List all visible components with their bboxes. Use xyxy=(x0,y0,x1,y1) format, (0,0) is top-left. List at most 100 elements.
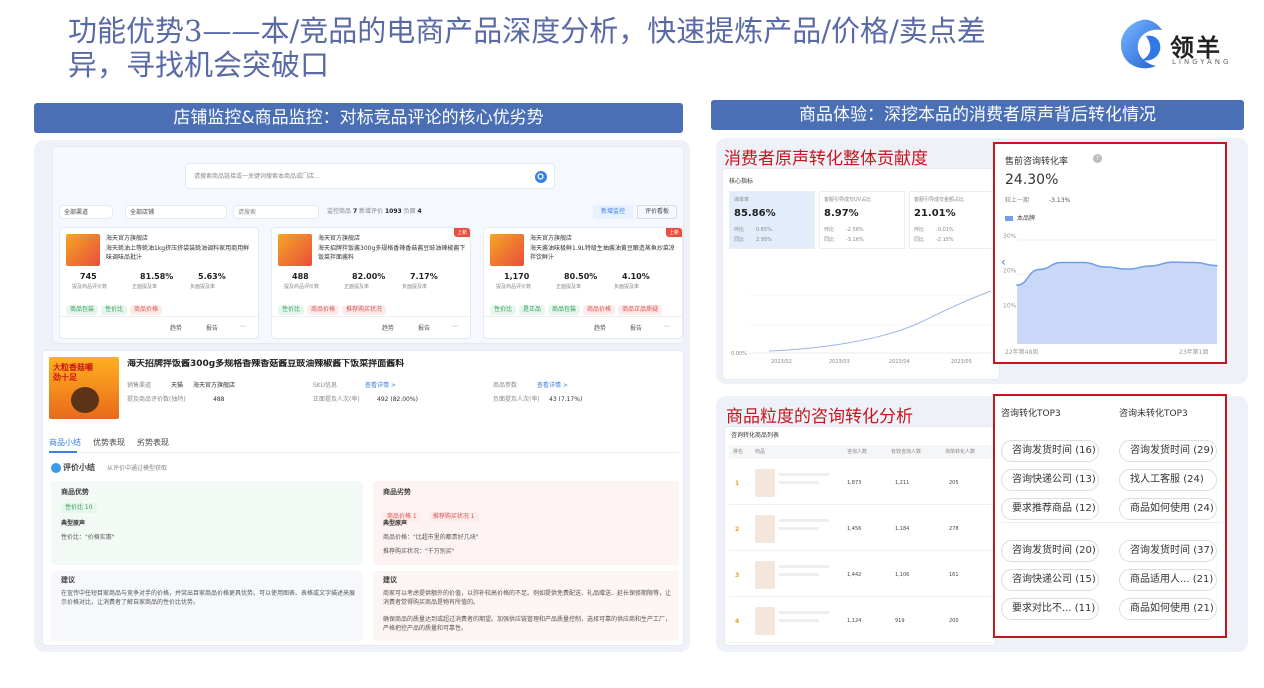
report-button[interactable]: 报告 xyxy=(206,324,218,333)
thumb-text: 大粒香菇嚼劲十足 xyxy=(53,363,93,382)
pos-label: 正面提及人次(率) xyxy=(313,396,360,403)
metric-label: 提及商品评价数 xyxy=(284,284,320,290)
data-point xyxy=(1171,261,1174,263)
param-link[interactable]: 查看详情 > xyxy=(537,381,568,390)
top3-card: 咨询转化TOP3 咨询未转化TOP3 咨询发货时间 (16) 咨询快递公司 (13… xyxy=(993,394,1227,638)
tag-row: 性价比 商品价格 推荐购买状况 xyxy=(278,296,468,315)
pill-count: (15) xyxy=(1075,574,1096,585)
metric-tile[interactable]: 客服引导成交金额占比 21.01% 环比 -0.01% 同比 -2.15% xyxy=(909,191,995,249)
report-button[interactable]: 报告 xyxy=(418,324,430,333)
tab-disadvantage[interactable]: 劣势表现 xyxy=(137,437,169,448)
group-divider xyxy=(1001,522,1223,523)
metric-cmp-b: -3.16% xyxy=(846,237,864,243)
summary-title: 评价小结 xyxy=(63,463,95,472)
metric-cmp-b: -2.15% xyxy=(936,237,954,243)
metric-cmp-a: -2.58% xyxy=(846,227,864,233)
pill-count: (29) xyxy=(1193,445,1214,456)
top3-pill[interactable]: 咨询发货时间 (20) xyxy=(1001,540,1099,562)
new-badge: 上新 xyxy=(665,228,682,237)
card-divider xyxy=(484,316,682,317)
cell-valid: 1,184 xyxy=(895,526,910,532)
top3-pill[interactable]: 商品适用人... (21) xyxy=(1119,569,1217,591)
eval-board-button[interactable]: 评价看板 xyxy=(637,205,677,219)
search-input[interactable]: 请搜索商品链接或一关键词搜索本商品或门店... xyxy=(185,163,555,189)
trend-button[interactable]: 趋势 xyxy=(382,324,394,333)
top3-pill[interactable]: 找人工客服 (24) xyxy=(1119,469,1217,491)
x-tick-label: 22年第48周 xyxy=(1005,348,1038,356)
sku-link[interactable]: 查看详情 > xyxy=(365,381,396,390)
add-monitor-button[interactable]: 新增监控 xyxy=(593,205,633,219)
jar-image xyxy=(71,387,99,413)
top3-pill[interactable]: 咨询快递公司 (15) xyxy=(1001,569,1099,591)
top3-pill[interactable]: 商品如何使用 (21) xyxy=(1119,598,1217,620)
pill-count: (11) xyxy=(1074,603,1096,614)
product-tag: 性价比 xyxy=(101,305,128,315)
pill-label: 咨询发货时间 xyxy=(1130,445,1190,456)
metric-tile[interactable]: 客服引导成交UV占比 8.97% 环比 -2.58% 同比 -3.16% xyxy=(819,191,905,249)
table-row[interactable]: 3 1,442 1,106 161 xyxy=(729,555,993,597)
new-badge: 上新 xyxy=(453,228,470,237)
th-product: 商品 xyxy=(755,449,766,455)
info-icon[interactable]: ? xyxy=(1093,154,1102,163)
table-row[interactable]: 4 1,124 919 200 xyxy=(729,601,993,643)
product-card[interactable]: 海天官方旗舰店 海天酱油味极鲜1.9L特级生抽酱油黄豆酿造蒸鱼炒菜凉拌饮鲜汁 上新 1… xyxy=(483,227,683,339)
product-tag: 商品价格 xyxy=(130,305,163,315)
adv-title: 商品优势 xyxy=(61,488,89,496)
disadvantage-box: 商品劣势 商品价格 1 推荐购买状况 1 典型原声 商品价格："比超市里的都贵好… xyxy=(373,481,679,565)
adv-tag: 性价比 10 xyxy=(61,503,97,513)
metric-cmp-label: 同比 xyxy=(914,237,925,243)
metric-cmp-label: 环比 xyxy=(734,227,745,233)
prev-arrow-icon[interactable]: ‹ xyxy=(1001,255,1006,269)
search-icon[interactable] xyxy=(534,170,548,184)
trend-button[interactable]: 趋势 xyxy=(594,324,606,333)
top3-pill[interactable]: 咨询发货时间 (29) xyxy=(1119,440,1217,462)
pill-label: 要求对比不... xyxy=(1012,603,1072,614)
tab-summary[interactable]: 商品小结 xyxy=(49,437,81,448)
stats-line: 监控商品 7 新增评价 1093 负面 4 xyxy=(327,207,422,216)
pill-count: (21) xyxy=(1193,603,1214,614)
table-header: 排名 商品 咨询人数 有效咨询人数 询单转化人数 xyxy=(729,445,993,459)
x-tick-label: 23年第1周 xyxy=(1179,348,1208,356)
metric-tile[interactable]: 询单率 85.86% 环比 0.65% 同比 2.95% xyxy=(729,191,815,249)
table-label: 咨询转化商品列表 xyxy=(731,432,780,439)
metric-cmp-b: 2.95% xyxy=(756,237,772,243)
top3-pill[interactable]: 咨询发货时间 (16) xyxy=(1001,440,1099,462)
metric-value: 7.17% xyxy=(410,272,438,281)
trend-button[interactable]: 趋势 xyxy=(170,324,182,333)
top3-pill[interactable]: 咨询发货时间 (37) xyxy=(1119,540,1217,562)
adv-voice: 典型原声 xyxy=(61,520,86,527)
cell-consult: 1,456 xyxy=(847,526,862,532)
search-placeholder: 请搜索商品链接或一关键词搜索本商品或门店... xyxy=(194,173,320,180)
top3-pill[interactable]: 要求推荐商品 (12) xyxy=(1001,498,1099,520)
product-card[interactable]: 海天官方旗舰店 海天招牌拌饭酱300g多规格香辣香菇酱豆豉油辣椒酱下饭菜拌面酱料 上… xyxy=(271,227,471,339)
top3-pill[interactable]: 商品如何使用 (24) xyxy=(1119,498,1217,520)
more-icon[interactable]: ⋯ xyxy=(664,322,670,331)
metric-label: 负面提及率 xyxy=(614,284,640,290)
metric-cmp-label: 环比 xyxy=(824,227,835,233)
sku-label: SKU信息 xyxy=(313,382,337,389)
cell-conv: 161 xyxy=(949,572,959,578)
metric-label: 正面提及率 xyxy=(556,284,582,290)
top3-pill[interactable]: 要求对比不... (11) xyxy=(1001,598,1099,620)
top3-pill[interactable]: 咨询快递公司 (13) xyxy=(1001,469,1099,491)
product-card[interactable]: 海天官方旗舰店 海天蚝油上等蚝油1kg挤压挤袋装蚝油调料家用商用鲜味调味品批汁 74… xyxy=(59,227,259,339)
store-monitor-panel: 请搜索商品链接或一关键词搜索本商品或门店... 全部渠道 全部店铺 请搜索 监控… xyxy=(34,140,690,652)
table-row[interactable]: 2 1,456 1,184 278 xyxy=(729,509,993,551)
report-button[interactable]: 报告 xyxy=(630,324,642,333)
dis-tag-recommend: 推荐购买状况 1 xyxy=(428,512,479,522)
query-input[interactable]: 请搜索 xyxy=(233,205,319,219)
shop-select[interactable]: 全部店铺 xyxy=(125,205,227,219)
cell-valid: 919 xyxy=(895,618,905,624)
sug-text-left: 在宣传中任短目家商品与竞争对手的价格，并突出目家商品价格更具优势。可以使用图表、… xyxy=(61,590,356,606)
product-tag: 推荐购买状况 xyxy=(342,305,387,315)
tab-advantage[interactable]: 优势表现 xyxy=(93,437,125,448)
channel-select[interactable]: 全部渠道 xyxy=(59,205,113,219)
pill-label: 咨询发货时间 xyxy=(1012,545,1072,556)
suggestion-right: 建议 商家可以考虑提供额外的价值，以弥补较高价格的不足。例如提供免费配送、礼品赠… xyxy=(373,571,679,641)
row-thumbnail xyxy=(755,469,775,497)
more-icon[interactable]: ⋯ xyxy=(452,322,458,331)
product-name: 海天招牌拌饭酱300g多规格香辣香菇酱豆豉油辣椒酱下饭菜拌面酱料 xyxy=(318,245,466,261)
more-icon[interactable]: ⋯ xyxy=(240,322,246,331)
product-detail-card: 大粒香菇嚼劲十足 海天招牌拌饭酱300g多规格香辣香菇酱豆豉油辣椒酱下饭菜拌面酱… xyxy=(42,350,684,646)
table-row[interactable]: 1 1,873 1,211 205 xyxy=(729,463,993,505)
